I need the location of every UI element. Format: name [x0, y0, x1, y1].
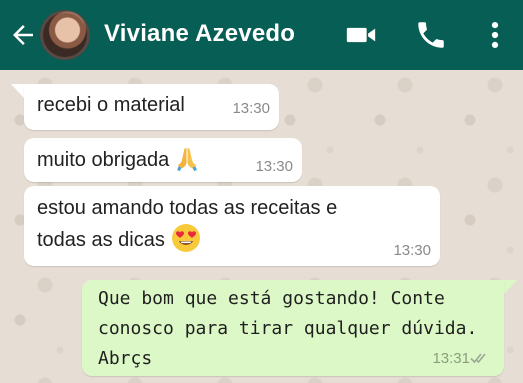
- heart-eyes-emoji: [171, 223, 200, 252]
- incoming-bubble-tail: [11, 84, 24, 98]
- message-time: 13:31: [432, 350, 470, 367]
- message-bubble-outgoing[interactable]: Que bom que está gostando! Conte conosco…: [82, 280, 504, 376]
- video-call-icon[interactable]: [344, 18, 378, 52]
- message-bubble-incoming[interactable]: recebi o material 13:30: [24, 84, 279, 130]
- chat-header: Viviane Azevedo: [0, 0, 523, 70]
- avatar[interactable]: [40, 10, 90, 60]
- message-text-line: Que bom que está gostando! Conte: [98, 288, 445, 309]
- folded-hands-emoji: [177, 147, 198, 171]
- read-ticks-icon: [470, 353, 486, 364]
- more-options-icon[interactable]: [478, 18, 512, 52]
- message-time: 13:30: [232, 100, 270, 117]
- message-time: 13:30: [393, 242, 431, 259]
- message-text-line: Abrçs: [98, 348, 153, 369]
- contact-name[interactable]: Viviane Azevedo: [104, 20, 295, 48]
- message-text-line: todas as dicas: [37, 223, 201, 257]
- message-text-line: estou amando todas as receitas e: [37, 197, 338, 219]
- outgoing-bubble-tail: [504, 280, 517, 294]
- message-bubble-incoming[interactable]: muito obrigada 13:30: [24, 138, 302, 182]
- message-text: recebi o material: [37, 94, 185, 116]
- message-bubble-incoming[interactable]: estou amando todas as receitas e todas a…: [24, 186, 440, 266]
- message-text-line: muito obrigada: [37, 144, 199, 177]
- message-time: 13:30: [255, 158, 293, 175]
- phone-icon[interactable]: [414, 18, 448, 52]
- back-arrow-icon[interactable]: [8, 20, 38, 50]
- message-text-line: conosco para tirar qualquer dúvida.: [98, 318, 478, 339]
